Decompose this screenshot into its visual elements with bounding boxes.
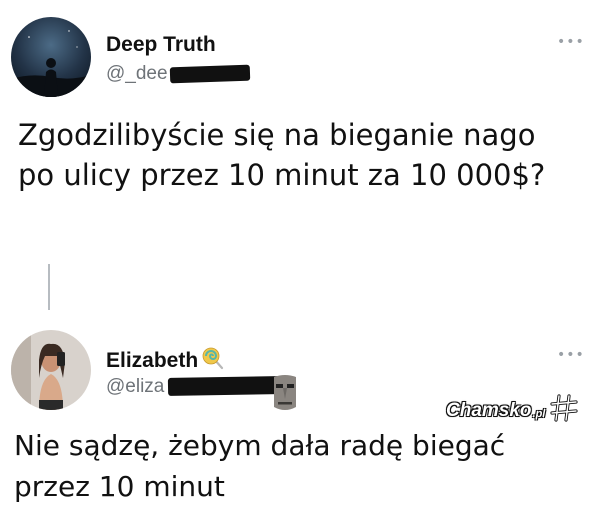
thread-connector-line xyxy=(48,264,50,310)
tweet-text: Zgodzilibyście się na bieganie nago po u… xyxy=(18,118,546,192)
reply-handle-redaction xyxy=(167,376,281,396)
watermark-suffix: .pl xyxy=(532,408,546,420)
author-name[interactable]: Deep Truth xyxy=(106,33,216,57)
author-handle[interactable]: @_dee xyxy=(106,63,168,85)
more-dots-icon[interactable]: ••• xyxy=(557,34,585,50)
watermark-text: Chamsko xyxy=(446,400,532,421)
watermark-logo: Chamsko .pl xyxy=(446,393,579,429)
reply-author-name-text[interactable]: Elizabeth xyxy=(106,349,198,373)
reply-text: Nie sądzę, żebym dała radę biegać przez … xyxy=(14,429,506,503)
moai-sticker xyxy=(268,373,302,413)
reply-more-dots-icon[interactable]: ••• xyxy=(557,347,585,363)
author-avatar[interactable] xyxy=(11,17,91,97)
reply-author-handle[interactable]: @eliza xyxy=(106,376,164,398)
reply-author-name[interactable]: Elizabeth xyxy=(106,346,225,376)
reply-author-avatar[interactable] xyxy=(11,330,91,410)
handle-redaction xyxy=(169,64,251,84)
lollipop-icon xyxy=(201,346,225,376)
watermark-hash-icon xyxy=(549,393,579,429)
